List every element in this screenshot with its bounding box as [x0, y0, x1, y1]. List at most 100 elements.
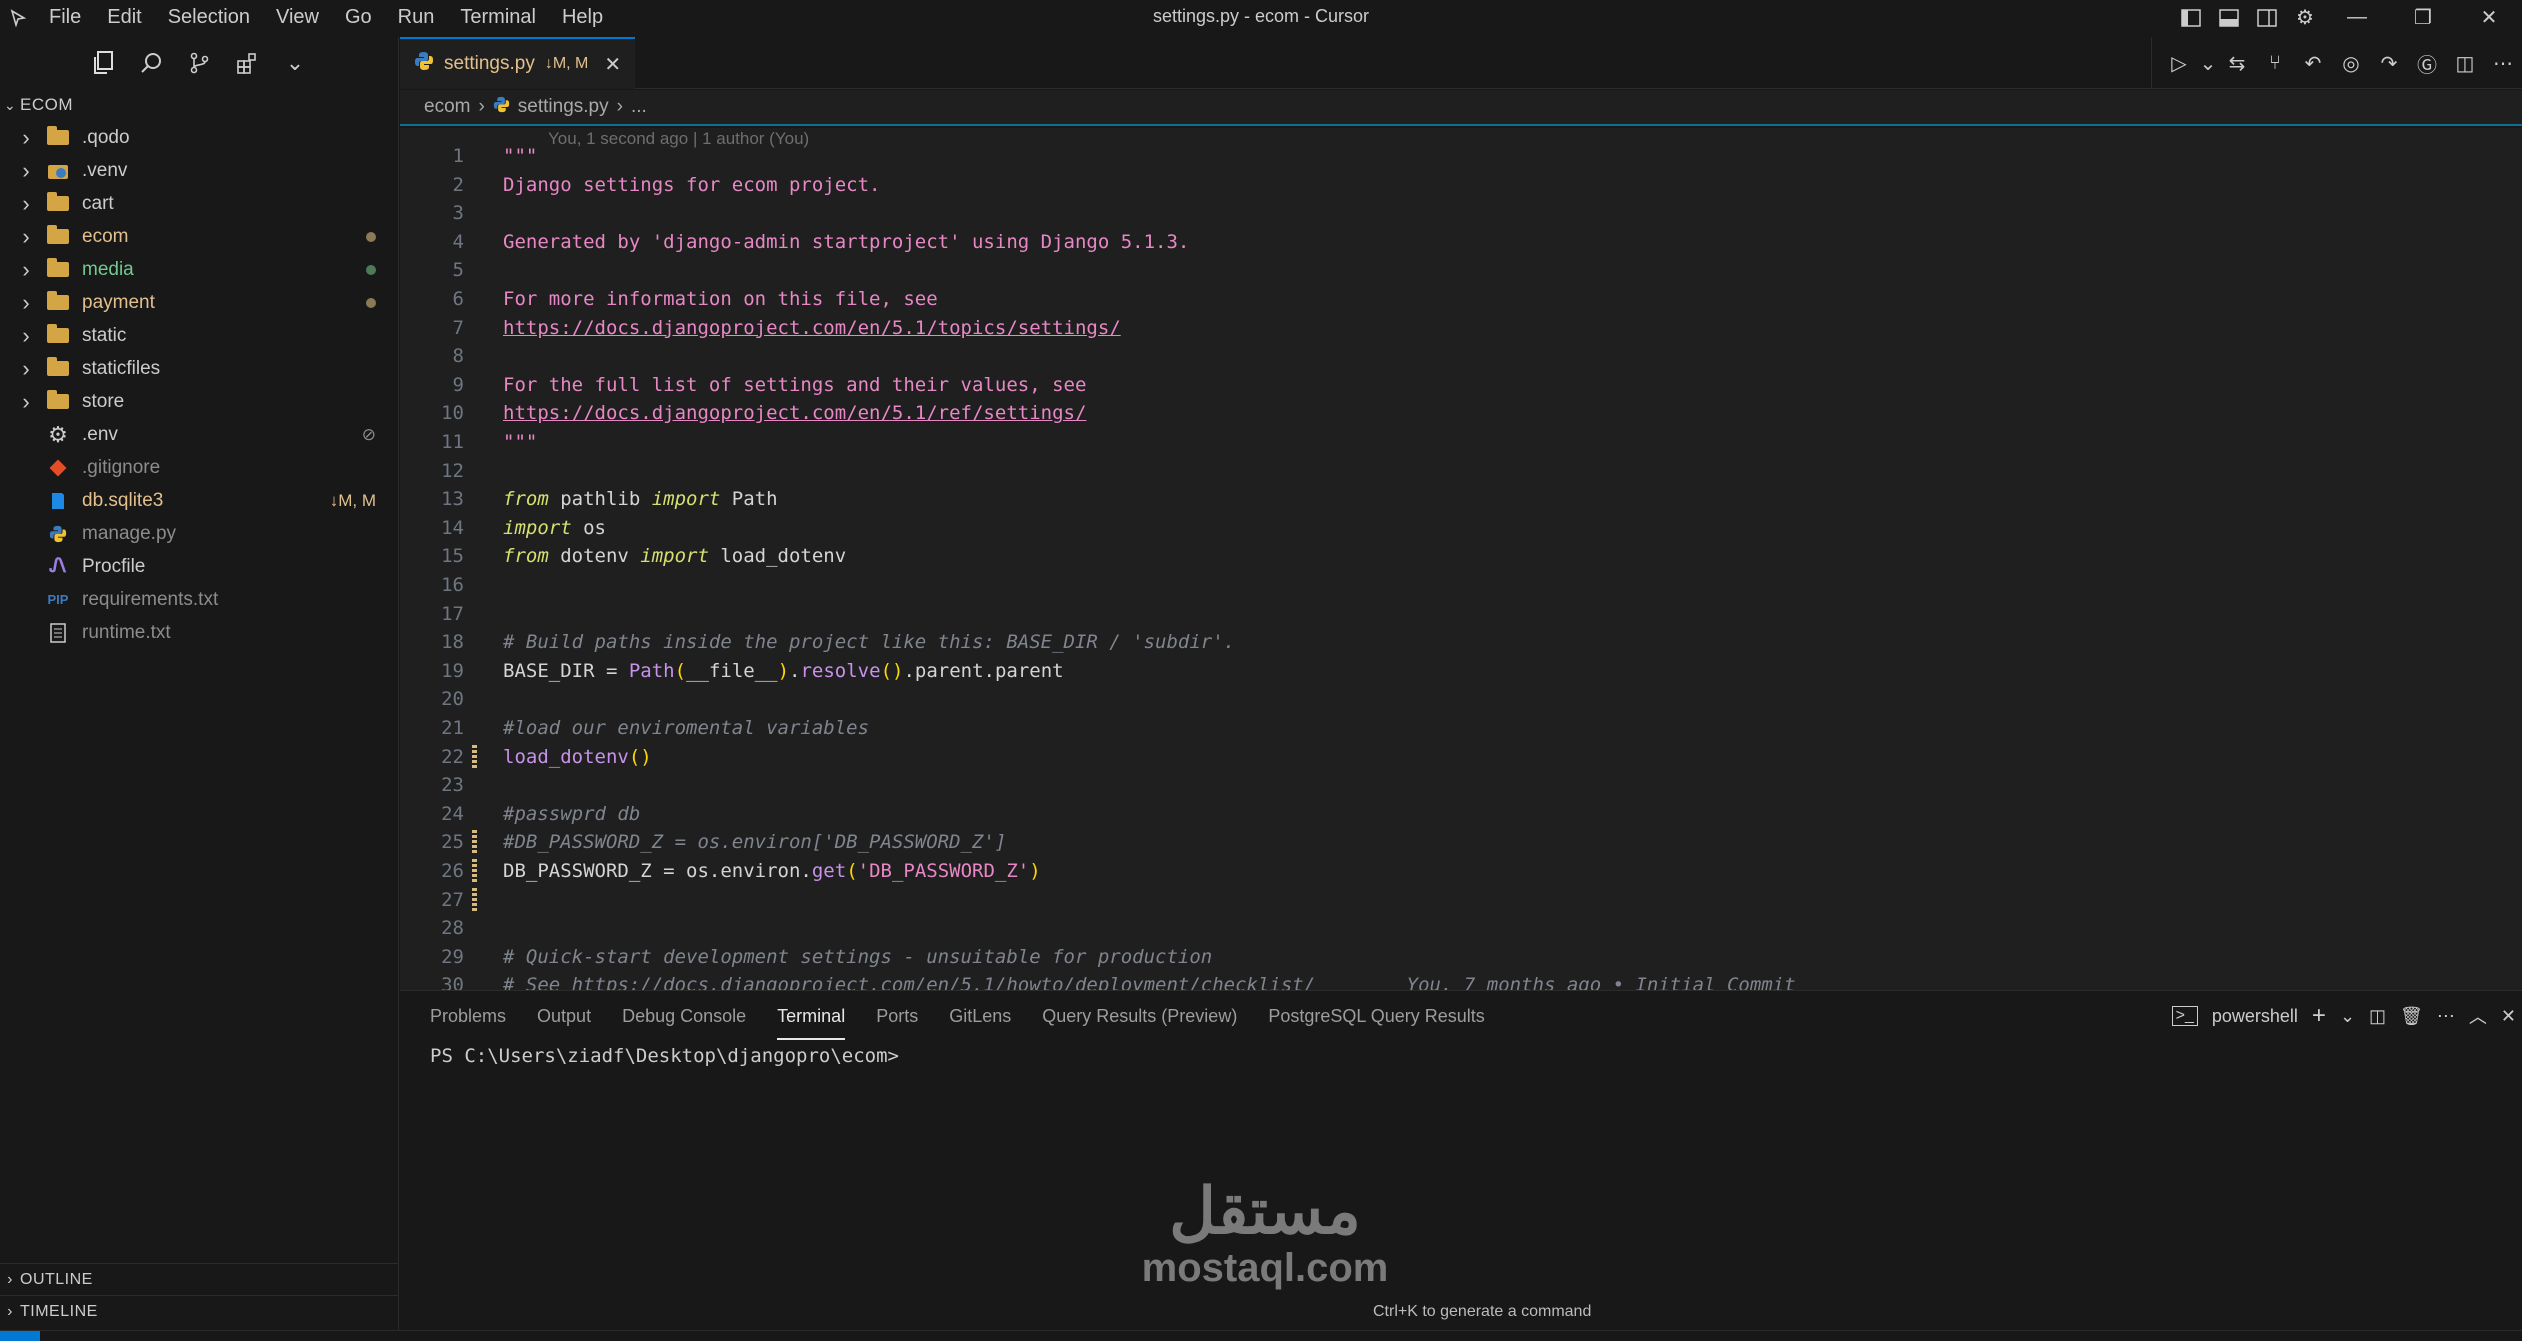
code-line[interactable]: 13 from pathlib import Path — [400, 485, 2522, 514]
code-line[interactable]: 19 BASE_DIR = Path(__file__).resolve().pa… — [400, 657, 2522, 686]
terminal-output[interactable]: PS C:\Users\ziadf\Desktop\djangopro\ecom… — [430, 1045, 899, 1067]
panel-tab-ports[interactable]: Ports — [876, 1006, 918, 1027]
tree-item-db-sqlite3[interactable]: db.sqlite3 ↓M, M — [0, 484, 398, 517]
code-line[interactable]: 18 # Build paths inside the project like … — [400, 628, 2522, 657]
remote-indicator[interactable] — [0, 1331, 40, 1341]
explorer-root[interactable]: ⌄ ECOM — [0, 89, 398, 121]
code-line[interactable]: 15 from dotenv import load_dotenv — [400, 542, 2522, 571]
code-line[interactable]: 4 Generated by 'django-admin startproject… — [400, 228, 2522, 257]
panel-tab-query-results-preview[interactable]: Query Results (Preview) — [1042, 1006, 1237, 1027]
tree-item-gitignore[interactable]: .gitignore — [0, 451, 398, 484]
tree-item-env[interactable]: ⚙ .env ⊘ — [0, 418, 398, 451]
next-change-icon[interactable]: ↷ — [2370, 44, 2408, 82]
code-line[interactable]: 9 For the full list of settings and their… — [400, 371, 2522, 400]
chevron-down-icon[interactable]: ⌄ — [2198, 44, 2218, 82]
tree-item-qodo[interactable]: › .qodo — [0, 121, 398, 154]
menu-go[interactable]: Go — [332, 0, 385, 35]
close-icon[interactable]: ✕ — [2501, 1006, 2516, 1027]
code-line[interactable]: 21 #load our enviromental variables — [400, 714, 2522, 743]
code-line[interactable]: 20 — [400, 685, 2522, 714]
tree-item-venv[interactable]: › .venv — [0, 154, 398, 187]
code-line[interactable]: 30 # See https://docs.djangoproject.com/e… — [400, 971, 2522, 990]
menu-file[interactable]: File — [36, 0, 94, 35]
tab-settings-py[interactable]: settings.py ↓M, M ✕ — [400, 37, 635, 89]
code-line[interactable]: 5 — [400, 256, 2522, 285]
code-line[interactable]: 2 Django settings for ecom project. — [400, 171, 2522, 200]
code-editor[interactable]: You, 1 second ago | 1 author (You) 1 """ 2… — [400, 128, 2522, 990]
outline-section[interactable]: › OUTLINE — [0, 1263, 399, 1295]
modified-line-marker[interactable] — [472, 887, 477, 913]
code-line[interactable]: 11 """ — [400, 428, 2522, 457]
tree-item-requirements-txt[interactable]: PIP requirements.txt — [0, 583, 398, 616]
menu-terminal[interactable]: Terminal — [447, 0, 549, 35]
code-line[interactable]: 7 https://docs.djangoproject.com/en/5.1/t… — [400, 314, 2522, 343]
tree-item-cart[interactable]: › cart — [0, 187, 398, 220]
menu-selection[interactable]: Selection — [155, 0, 263, 35]
code-line[interactable]: 22 load_dotenv() — [400, 743, 2522, 772]
code-line[interactable]: 17 — [400, 600, 2522, 629]
modified-line-marker[interactable] — [472, 859, 477, 884]
panel-tab-problems[interactable]: Problems — [430, 1006, 506, 1027]
tree-item-store[interactable]: › store — [0, 385, 398, 418]
modified-line-marker[interactable] — [472, 830, 477, 856]
panel-tab-output[interactable]: Output — [537, 1006, 591, 1027]
minimize-icon[interactable]: — — [2324, 0, 2390, 35]
commit-icon[interactable]: ◎ — [2332, 44, 2370, 82]
code-line[interactable]: 23 — [400, 771, 2522, 800]
maximize-panel-icon[interactable]: ︿ — [2469, 1003, 2487, 1029]
tree-item-runtime-txt[interactable]: runtime.txt — [0, 616, 398, 649]
open-changes-icon[interactable]: ⇆ — [2218, 44, 2256, 82]
code-line[interactable]: 25 #DB_PASSWORD_Z = os.environ['DB_PASSWO… — [400, 828, 2522, 857]
split-terminal-icon[interactable]: ◫ — [2369, 1006, 2386, 1027]
extensions-icon[interactable] — [233, 49, 261, 77]
new-terminal-icon[interactable]: + — [2312, 1002, 2326, 1030]
code-line[interactable]: 14 import os — [400, 514, 2522, 543]
breadcrumb-folder[interactable]: ecom — [424, 96, 470, 118]
panel-tab-debug-console[interactable]: Debug Console — [622, 1006, 746, 1027]
menu-edit[interactable]: Edit — [94, 0, 154, 35]
menu-run[interactable]: Run — [385, 0, 448, 35]
previous-change-icon[interactable]: ↶ — [2294, 44, 2332, 82]
tree-item-ecom[interactable]: › ecom — [0, 220, 398, 253]
tree-item-payment[interactable]: › payment — [0, 286, 398, 319]
explorer-files-icon[interactable] — [89, 49, 117, 77]
breadcrumb-symbol[interactable]: ... — [631, 96, 647, 118]
breadcrumb-file[interactable]: settings.py — [518, 96, 609, 118]
menu-help[interactable]: Help — [549, 0, 616, 35]
code-line[interactable]: 27 — [400, 886, 2522, 915]
code-line[interactable]: 1 """ — [400, 142, 2522, 171]
code-line[interactable]: 6 For more information on this file, see — [400, 285, 2522, 314]
terminal-shell-label[interactable]: powershell — [2212, 1006, 2298, 1027]
code-line[interactable]: 28 — [400, 914, 2522, 943]
menu-view[interactable]: View — [263, 0, 332, 35]
split-editor-icon[interactable]: ◫ — [2446, 44, 2484, 82]
code-line[interactable]: 29 # Quick-start development settings - u… — [400, 943, 2522, 972]
run-icon[interactable]: ▷ — [2160, 44, 2198, 82]
search-icon[interactable] — [137, 49, 165, 77]
more-actions-icon[interactable]: ⋯ — [2437, 1006, 2455, 1027]
tree-item-procfile[interactable]: Ꮑ Procfile — [0, 550, 398, 583]
restore-icon[interactable]: ❐ — [2390, 0, 2456, 35]
tree-item-static[interactable]: › static — [0, 319, 398, 352]
close-icon[interactable]: ✕ — [604, 52, 621, 77]
settings-gear-icon[interactable]: ⚙ — [2286, 0, 2324, 35]
source-control-icon[interactable] — [185, 49, 213, 77]
tree-item-manage-py[interactable]: manage.py — [0, 517, 398, 550]
modified-line-marker[interactable] — [472, 744, 477, 770]
code-line[interactable]: 24 #passwprd db — [400, 800, 2522, 829]
timeline-section[interactable]: › TIMELINE — [0, 1295, 399, 1327]
tree-item-media[interactable]: › media — [0, 253, 398, 286]
code-line[interactable]: 16 — [400, 571, 2522, 600]
code-line[interactable]: 10 https://docs.djangoproject.com/en/5.1/… — [400, 399, 2522, 428]
chevron-down-icon[interactable]: ⌄ — [2340, 1006, 2355, 1027]
compare-icon[interactable]: ⑂ — [2256, 44, 2294, 82]
trash-icon[interactable]: 🗑 — [2400, 1006, 2423, 1027]
code-line[interactable]: 12 — [400, 457, 2522, 486]
close-window-icon[interactable]: ✕ — [2456, 0, 2522, 35]
panel-tab-gitlens[interactable]: GitLens — [949, 1006, 1011, 1027]
gitlens-icon[interactable]: Ⓖ — [2408, 44, 2446, 82]
tree-item-staticfiles[interactable]: › staticfiles — [0, 352, 398, 385]
toggle-panel-icon[interactable] — [2210, 0, 2248, 35]
code-line[interactable]: 26 DB_PASSWORD_Z = os.environ.get('DB_PAS… — [400, 857, 2522, 886]
panel-tab-terminal[interactable]: Terminal — [777, 993, 846, 1040]
